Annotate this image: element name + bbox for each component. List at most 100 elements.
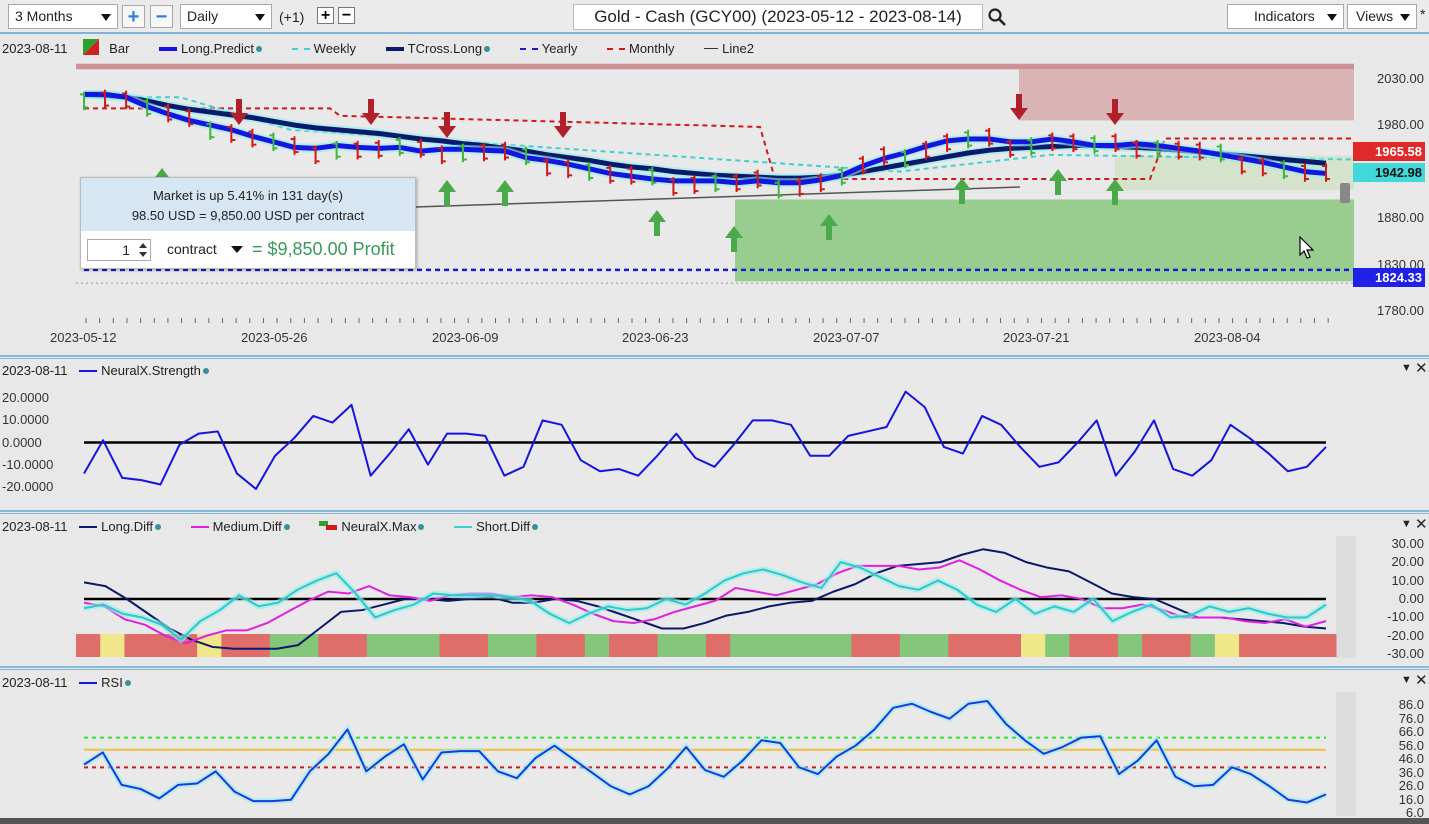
legend-item-weekly[interactable]: Weekly [291, 39, 356, 58]
line-swatch-icon [190, 525, 209, 528]
weekly-price-tag: 1942.98 [1353, 163, 1425, 182]
legend-label: Long.Predict [181, 40, 255, 56]
neuralx-max-band [1117, 634, 1143, 657]
neuralx-max-band [778, 634, 804, 657]
date-axis-label: 2023-06-23 [622, 330, 689, 345]
profit-calculator-popup: Market is up 5.41% in 131 day(s) 98.50 U… [80, 177, 416, 269]
neuralx-max-band [366, 634, 392, 657]
line-swatch-icon [454, 525, 473, 528]
price-axis-label: 2030.00 [1377, 70, 1424, 86]
scrollbar-track [1336, 536, 1356, 658]
neuralx-max-band [76, 634, 101, 657]
legend-item-tcross-long[interactable]: TCross.Long [385, 39, 491, 58]
neuralx-max-band [1021, 634, 1046, 657]
line-swatch-icon [79, 681, 98, 684]
pane-splitter[interactable] [0, 666, 1429, 670]
settings-dot-icon[interactable] [484, 45, 491, 52]
neuralx-max-band [221, 634, 247, 657]
profit-result: = $9,850.00 Profit [252, 239, 395, 259]
resistance-zone [1019, 69, 1354, 121]
close-pane-icon[interactable]: ✕ [1415, 671, 1428, 689]
value-axis-label: -10.00 [1387, 609, 1424, 625]
legend-item-short-diff[interactable]: Short.Diff [454, 517, 539, 536]
neuralx-max-band [1190, 634, 1216, 657]
main-legend: 2023-08-11 Bar Long.Predict Weekly TCros… [2, 39, 780, 57]
diff-legend: 2023-08-11 Long.Diff Medium.Diff NeuralX… [2, 517, 564, 535]
legend-label: Yearly [541, 40, 578, 56]
quantity-stepper[interactable]: 1 [87, 239, 151, 261]
legend-item-bar[interactable]: Bar [83, 39, 129, 58]
scrollbar-track [1336, 692, 1356, 816]
pane-splitter[interactable] [0, 355, 1429, 359]
settings-dot-icon[interactable] [124, 679, 131, 686]
date-axis-label: 2023-07-07 [813, 330, 880, 345]
value-axis-label: 10.00 [1391, 572, 1424, 588]
rsi-legend: 2023-08-11 RSI [2, 673, 131, 691]
spin-arrows-icon[interactable] [138, 242, 148, 258]
neuralx-max-band [1142, 634, 1167, 657]
legend-label: Medium.Diff [212, 518, 282, 534]
legend-label: NeuralX.Max [341, 518, 417, 534]
legend-date: 2023-08-11 [2, 40, 68, 56]
date-axis-label: 2023-05-26 [241, 330, 308, 345]
dashed-swatch-icon [291, 47, 310, 50]
neuralx-max-band [706, 634, 731, 657]
legend-item-neuralx-max[interactable]: NeuralX.Max [319, 517, 425, 536]
neuralx-max-band [924, 634, 949, 657]
value-axis-label: 0.0000 [2, 434, 42, 450]
neuralx-max-band [318, 634, 344, 657]
line-swatch-icon [704, 48, 719, 50]
neuralx-max-band [512, 634, 537, 657]
neuralx-max-band [1311, 634, 1337, 657]
settings-dot-icon[interactable] [532, 523, 539, 530]
neuralx-max-band [609, 634, 634, 657]
legend-item-long-diff[interactable]: Long.Diff [79, 517, 161, 536]
legend-item-line2[interactable]: Line2 [704, 39, 754, 58]
legend-date: 2023-08-11 [2, 362, 68, 378]
neuralx-max-band [681, 634, 707, 657]
neuralx-max-band [827, 634, 852, 657]
legend-item-yearly[interactable]: Yearly [519, 39, 578, 58]
step-swatch-icon [319, 521, 338, 531]
market-change-text: Market is up 5.41% in 131 day(s) [152, 188, 344, 203]
pane-menu-icon[interactable]: ▼ [1401, 674, 1412, 686]
legend-item-neuralx-strength[interactable]: NeuralX.Strength [79, 361, 209, 380]
date-axis-label: 2023-08-04 [1194, 330, 1261, 345]
yearly-price-tag: 1824.33 [1353, 268, 1425, 287]
pane-splitter[interactable] [0, 510, 1429, 514]
neuralx-max-band [536, 634, 562, 657]
settings-dot-icon[interactable] [283, 523, 290, 530]
legend-item-medium-diff[interactable]: Medium.Diff [190, 517, 290, 536]
settings-dot-icon[interactable] [154, 523, 161, 530]
value-axis-label: 10.0000 [2, 412, 49, 428]
neuralx-max-band [100, 634, 125, 657]
neuralx-max-band [487, 634, 513, 657]
neuralx-max-band [391, 634, 416, 657]
settings-dot-icon[interactable] [256, 45, 263, 52]
mouse-cursor-icon [1299, 236, 1315, 259]
unit-select[interactable]: contract [167, 241, 217, 257]
legend-label: TCross.Long [407, 40, 483, 56]
chart-canvas [76, 60, 1356, 816]
legend-item-long-predict[interactable]: Long.Predict [159, 39, 263, 58]
legend-item-rsi[interactable]: RSI [79, 673, 131, 692]
neuralx-max-band [415, 634, 440, 657]
legend-label: RSI [101, 674, 123, 690]
pane-menu-icon[interactable]: ▼ [1401, 362, 1412, 374]
close-pane-icon[interactable]: ✕ [1415, 359, 1428, 377]
neuralx-max-band [1287, 634, 1313, 657]
settings-dot-icon[interactable] [202, 367, 209, 374]
neuralx-max-band [996, 634, 1022, 657]
settings-dot-icon[interactable] [418, 523, 425, 530]
legend-date: 2023-08-11 [2, 674, 68, 690]
legend-item-monthly[interactable]: Monthly [607, 39, 675, 58]
neuralx-max-band [875, 634, 901, 657]
value-axis-label: 20.0000 [2, 390, 49, 406]
neuralx-max-band [633, 634, 659, 657]
chevron-down-icon[interactable] [231, 246, 243, 254]
value-axis-label: 0.00 [1398, 591, 1424, 606]
neuralx-max-band [560, 634, 586, 657]
neuralx-max-band [1214, 634, 1240, 657]
close-pane-icon[interactable]: ✕ [1415, 515, 1428, 533]
pane-menu-icon[interactable]: ▼ [1401, 518, 1412, 530]
